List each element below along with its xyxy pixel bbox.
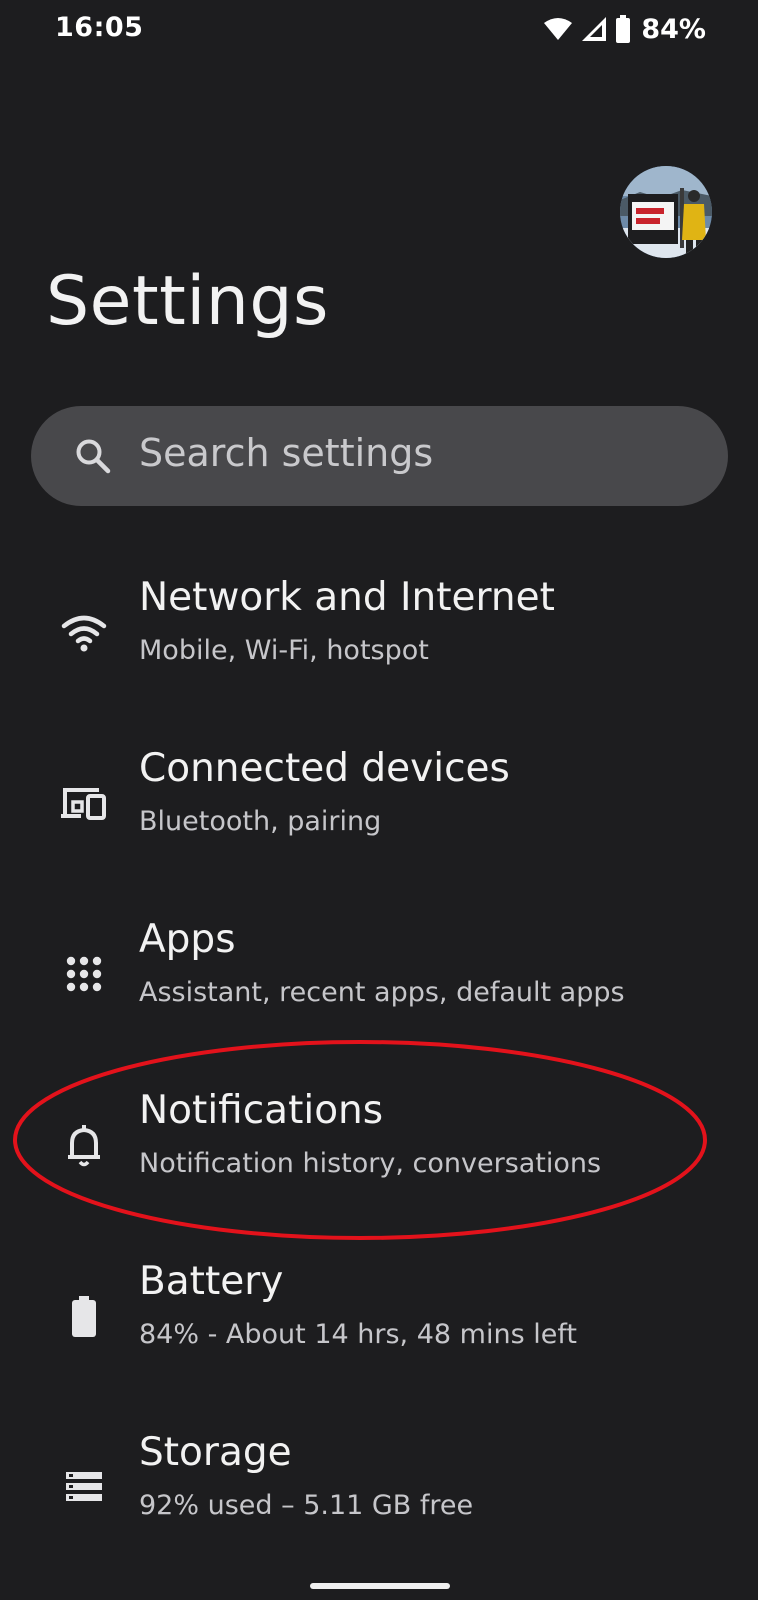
settings-item-title: Network and Internet: [139, 575, 555, 620]
settings-item-title: Storage: [139, 1430, 292, 1475]
settings-item-title: Battery: [139, 1259, 284, 1304]
gesture-nav-handle[interactable]: [310, 1583, 450, 1589]
page-title: Settings: [46, 262, 329, 341]
settings-item-subtitle: Assistant, recent apps, default apps: [139, 977, 625, 1008]
bell-icon: [68, 1125, 100, 1167]
settings-item-subtitle: Mobile, Wi-Fi, hotspot: [139, 635, 429, 666]
settings-screen: 16:05 84% Settings Search settings Netwo…: [0, 0, 758, 1600]
settings-item-subtitle: 84% - About 14 hrs, 48 mins left: [139, 1319, 577, 1350]
settings-item-subtitle: 92% used – 5.11 GB free: [139, 1490, 474, 1521]
settings-item-title: Connected devices: [139, 746, 510, 791]
battery-icon: [72, 1296, 96, 1337]
settings-item-title: Apps: [139, 917, 236, 962]
connected-devices-icon: [61, 788, 106, 820]
status-icons: 84%: [543, 13, 706, 45]
status-bar: 16:05 84%: [0, 0, 758, 60]
settings-item-subtitle: Notification history, conversations: [139, 1148, 602, 1179]
settings-item-network[interactable]: Network and Internet Mobile, Wi-Fi, hots…: [0, 555, 758, 726]
apps-grid-icon: [66, 956, 102, 992]
settings-item-battery[interactable]: Battery 84% - About 14 hrs, 48 mins left: [0, 1239, 758, 1410]
settings-item-subtitle: Bluetooth, pairing: [139, 806, 382, 837]
battery-icon: [616, 15, 631, 43]
settings-item-connected-devices[interactable]: Connected devices Bluetooth, pairing: [0, 726, 758, 897]
storage-icon: [66, 1472, 102, 1501]
status-time: 16:05: [55, 12, 144, 43]
wifi-icon: [544, 18, 573, 40]
settings-item-apps[interactable]: Apps Assistant, recent apps, default app…: [0, 897, 758, 1068]
wifi-icon: [61, 615, 107, 652]
avatar-photo: [620, 166, 712, 258]
account-avatar[interactable]: [620, 166, 712, 258]
search-placeholder: Search settings: [139, 431, 434, 475]
search-icon: [76, 439, 111, 474]
settings-list: Network and Internet Mobile, Wi-Fi, hots…: [0, 555, 758, 1581]
settings-item-storage[interactable]: Storage 92% used – 5.11 GB free: [0, 1410, 758, 1581]
status-battery-percent: 84%: [641, 13, 706, 45]
settings-item-notifications[interactable]: Notifications Notification history, conv…: [0, 1068, 758, 1239]
search-bar[interactable]: Search settings: [31, 406, 728, 506]
settings-item-title: Notifications: [139, 1088, 384, 1133]
cellular-signal-icon: [582, 17, 607, 41]
